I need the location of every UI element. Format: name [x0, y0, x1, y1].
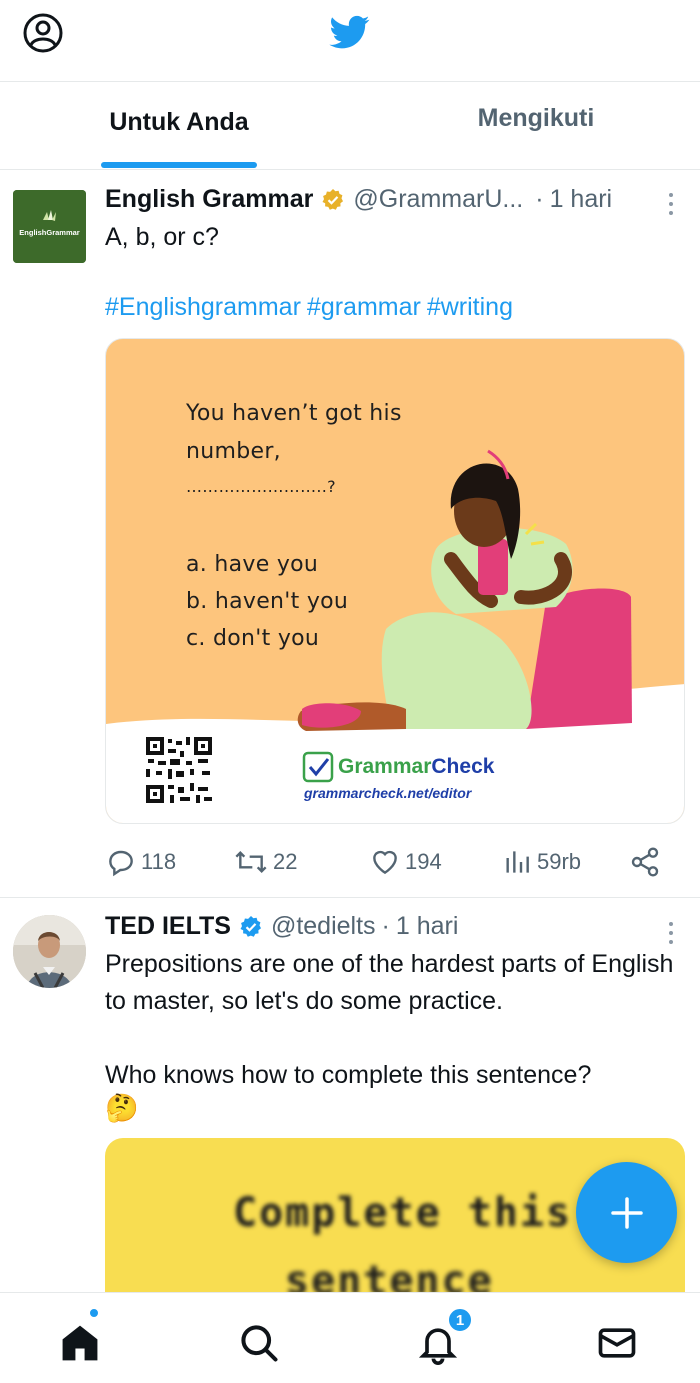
more-options-icon[interactable] [664, 191, 678, 217]
tweet-actions: 118 22 194 59rb [105, 844, 665, 880]
separator-dot: · [381, 912, 390, 940]
quiz-option-b: b. haven't you [186, 589, 349, 614]
tweet-header: TED IELTS @tedielts · 1 hari [105, 912, 458, 941]
top-bar [0, 0, 700, 82]
tab-following-label: Mengikuti [477, 103, 595, 132]
views-chart-icon [506, 851, 529, 873]
share-button[interactable] [629, 844, 665, 880]
tab-following[interactable]: Mengikuti [350, 82, 700, 170]
quiz-line-1: You haven’t got his [186, 401, 402, 426]
brand-grammar: Grammar [338, 755, 432, 778]
search-icon[interactable] [237, 1321, 281, 1365]
quiz-option-c: c. don't you [186, 626, 320, 651]
active-tab-indicator [101, 162, 257, 168]
like-count: 194 [405, 849, 442, 874]
tweet-text: A, b, or c? [105, 223, 219, 251]
timeline-tabs: Untuk Anda Mengikuti [0, 82, 700, 170]
hashtag-link[interactable]: #Englishgrammar [105, 293, 301, 321]
brand-url: grammarcheck.net/editor [304, 785, 472, 801]
plus-icon [610, 1196, 643, 1229]
verified-gold-icon [321, 188, 345, 212]
home-unread-dot [88, 1307, 100, 1319]
heart-icon [373, 850, 397, 875]
thinking-emoji: 🤔 [105, 1093, 139, 1123]
timestamp[interactable]: 1 hari [396, 912, 459, 941]
quiz-line-2: number, [186, 439, 281, 464]
hashtag-link[interactable]: #grammar [307, 293, 421, 321]
grammarcheck-logo-icon [302, 751, 334, 783]
grammarcheck-brand: GrammarCheck [338, 755, 494, 779]
timestamp[interactable]: 1 hari [550, 185, 613, 214]
reply-icon [109, 850, 133, 877]
tab-for-you[interactable]: Untuk Anda [0, 82, 350, 170]
compose-tweet-button[interactable] [576, 1162, 677, 1263]
separator-dot: · [535, 185, 544, 213]
views-button[interactable]: 59rb [501, 844, 581, 880]
reply-count: 118 [141, 849, 177, 874]
avatar[interactable]: EnglishGrammar [13, 190, 86, 263]
hashtags: #Englishgrammar #grammar #writing [105, 293, 519, 322]
avatar-label: EnglishGrammar [19, 228, 80, 237]
author-handle[interactable]: @GrammarU... [353, 185, 523, 214]
bottom-navigation: 1 [0, 1292, 700, 1383]
retweet-icon [235, 850, 267, 874]
hashtag-link[interactable]: #writing [427, 293, 513, 321]
home-icon[interactable] [58, 1321, 102, 1365]
more-options-icon[interactable] [664, 920, 678, 946]
quiz-option-a: a. have you [186, 552, 319, 577]
views-count: 59rb [537, 849, 582, 874]
quiz-blank: ……………………..? [186, 477, 336, 496]
author-handle[interactable]: @tedielts [271, 912, 376, 941]
tweet[interactable]: EnglishGrammar English Grammar @GrammarU… [0, 171, 700, 898]
share-icon [631, 847, 659, 877]
qr-code [146, 737, 212, 803]
twitter-bird-icon[interactable] [328, 12, 372, 52]
reply-button[interactable]: 118 [105, 844, 176, 880]
retweet-count: 22 [273, 849, 298, 874]
like-button[interactable]: 194 [369, 844, 442, 880]
tab-for-you-label: Untuk Anda [109, 107, 249, 136]
author-name[interactable]: TED IELTS [105, 912, 231, 941]
tweet-media-image[interactable]: You haven’t got his number, ……………………..? … [105, 338, 685, 824]
tweet-text: Prepositions are one of the hardest part… [105, 950, 674, 1089]
profile-icon[interactable] [22, 12, 64, 54]
brand-check: Check [431, 755, 495, 778]
notification-count-badge: 1 [447, 1307, 473, 1333]
mail-icon[interactable] [595, 1321, 639, 1365]
avatar[interactable] [13, 915, 86, 988]
tweet-header: English Grammar @GrammarU... · 1 hari [105, 185, 612, 214]
retweet-button[interactable]: 22 [233, 844, 297, 880]
media-line-1: Complete this [233, 1190, 573, 1236]
author-name[interactable]: English Grammar [105, 185, 313, 214]
verified-blue-icon [239, 915, 263, 939]
